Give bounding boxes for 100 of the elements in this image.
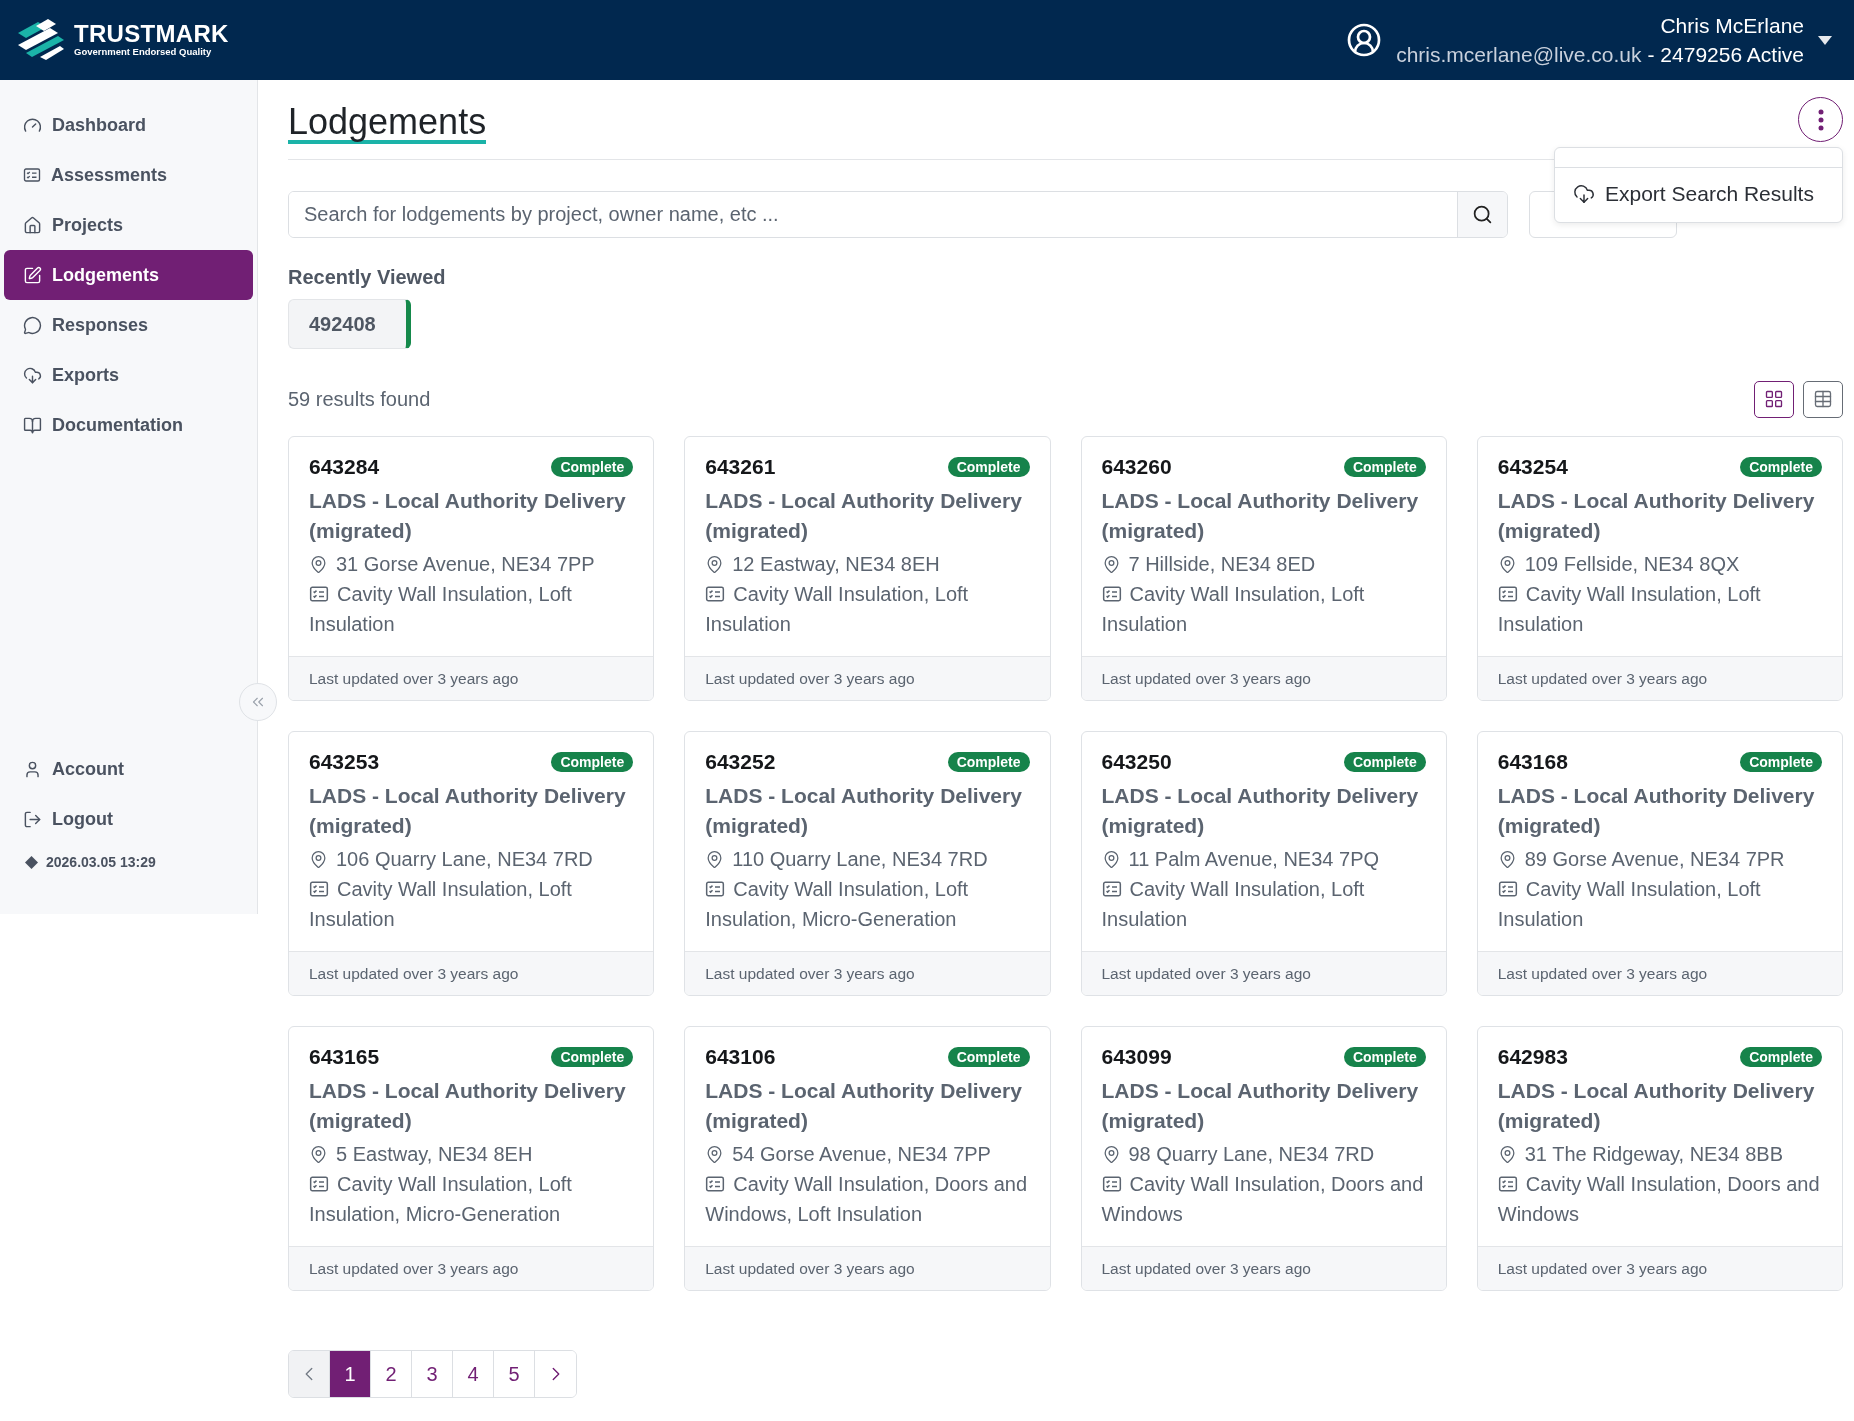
- scheme-title: LADS - Local Authority Delivery (migrated): [1497, 1078, 1816, 1134]
- scheme-title: LADS - Local Authority Delivery (migrated): [1101, 1078, 1420, 1134]
- address: 31 Gorse Avenue, NE34 7PP: [309, 549, 634, 579]
- lodgement-card[interactable]: 643254 Complete LADS - Local Authority Delivery (migrated) 109 Fellside, NE34 8QX Cavity Wall Insulation, Loft Insulation Last updated over 3 years ago: [1476, 436, 1843, 701]
- address: 110 Quarry Lane, NE34 7RD: [705, 844, 1030, 874]
- measures: Cavity Wall Insulation, Loft Insulation, Micro-Generation: [309, 1172, 573, 1227]
- scheme-title: LADS - Local Authority Delivery (migrated): [705, 488, 1023, 544]
- status-badge: Complete: [1740, 1047, 1822, 1067]
- table-icon: [1813, 389, 1833, 409]
- status-badge: Complete: [551, 457, 634, 477]
- last-updated: Last updated over 3 years ago: [1081, 1246, 1446, 1290]
- last-updated: Last updated over 3 years ago: [685, 1246, 1050, 1290]
- checklist-icon: [1497, 584, 1518, 604]
- search-button[interactable]: [1457, 192, 1507, 237]
- lodgement-card[interactable]: 643253 Complete LADS - Local Authority Delivery (migrated) 106 Quarry Lane, NE34 7RD Cavity Wall Insulation, Loft Insulation Last updated over 3 years ago: [288, 731, 655, 996]
- scheme-title: LADS - Local Authority Delivery (migrated): [309, 488, 627, 544]
- user-icon: [23, 759, 42, 779]
- nav-item[interactable]: Responses: [4, 300, 253, 350]
- address: 7 Hillside, NE34 8ED: [1101, 549, 1426, 579]
- user-email: chris.mcerlane@live.co.uk: [1396, 42, 1642, 68]
- scheme-title: LADS - Local Authority Delivery (migrated): [705, 783, 1023, 839]
- gauge-icon: [23, 115, 42, 135]
- checklist-icon: [1497, 879, 1518, 899]
- lodgement-card[interactable]: 643099 Complete LADS - Local Authority Delivery (migrated) 98 Quarry Lane, NE34 7RD Cavity Wall Insulation, Doors and Windows Last updated over 3 years ago: [1080, 1026, 1447, 1291]
- checklist-icon: [705, 584, 726, 604]
- checklist-icon: [309, 1174, 329, 1194]
- nav-item[interactable]: Account: [4, 744, 253, 794]
- logo-name: TRUSTMARK: [74, 22, 229, 47]
- cloud-download-icon: [23, 365, 42, 385]
- nav-item[interactable]: Projects: [4, 200, 253, 250]
- status-badge: Complete: [1740, 457, 1822, 477]
- user-avatar-icon: [1346, 22, 1383, 58]
- measures: Cavity Wall Insulation, Doors and Windows: [1497, 1172, 1821, 1227]
- lodgement-number: 643261: [705, 455, 776, 479]
- lodgement-card[interactable]: 643165 Complete LADS - Local Authority Delivery (migrated) 5 Eastway, NE34 8EH Cavity Wall Insulation, Loft Insulation, Micro-Generation Last updated over 3 years ago: [288, 1026, 655, 1291]
- address: 11 Palm Avenue, NE34 7PQ: [1101, 844, 1426, 874]
- last-updated: Last updated over 3 years ago: [685, 951, 1050, 995]
- checklist-icon: [23, 166, 41, 184]
- last-updated: Last updated over 3 years ago: [289, 1246, 654, 1290]
- checklist-icon: [309, 879, 329, 899]
- recent-lodgement-chip[interactable]: 492408: [288, 299, 411, 349]
- lodgement-card[interactable]: 642983 Complete LADS - Local Authority Delivery (migrated) 31 The Ridgeway, NE34 8BB Cavity Wall Insulation, Doors and Windows Last updated over 3 years ago: [1476, 1026, 1843, 1291]
- search-field[interactable]: Search for lodgements by project, owner name, etc ...: [288, 191, 1508, 238]
- edit-icon: [23, 265, 42, 285]
- version-label: 2026.03.05 13:29: [4, 844, 253, 880]
- lodgement-number: 643168: [1497, 750, 1568, 774]
- nav-item[interactable]: Logout: [4, 794, 253, 844]
- last-updated: Last updated over 3 years ago: [289, 656, 654, 700]
- lodgement-number: 643260: [1101, 455, 1172, 479]
- house-icon: [23, 215, 42, 235]
- book-icon: [23, 415, 42, 435]
- measures: Cavity Wall Insulation, Loft Insulation: [1497, 877, 1762, 932]
- last-updated: Last updated over 3 years ago: [289, 951, 654, 995]
- page-button[interactable]: 1: [330, 1351, 371, 1397]
- status-badge: Complete: [947, 1047, 1030, 1067]
- status-badge: Complete: [551, 752, 634, 772]
- checklist-icon: [1497, 1174, 1518, 1194]
- nav-item[interactable]: Dashboard: [4, 100, 253, 150]
- section-label: Recently Viewed: [288, 266, 447, 289]
- nav-item[interactable]: Lodgements: [4, 250, 253, 300]
- lodgement-card[interactable]: 643168 Complete LADS - Local Authority Delivery (migrated) 89 Gorse Avenue, NE34 7PR Cavity Wall Insulation, Loft Insulation Last updated over 3 years ago: [1476, 731, 1843, 996]
- more-options-button[interactable]: [1798, 97, 1843, 142]
- menu-item[interactable]: Export Search Results: [1555, 168, 1842, 222]
- measures: Cavity Wall Insulation, Loft Insulation: [1497, 582, 1762, 637]
- last-updated: Last updated over 3 years ago: [685, 656, 1050, 700]
- lodgement-card[interactable]: 643250 Complete LADS - Local Authority Delivery (migrated) 11 Palm Avenue, NE34 7PQ Cavity Wall Insulation, Loft Insulation Last updated over 3 years ago: [1080, 731, 1447, 996]
- scheme-title: LADS - Local Authority Delivery (migrated): [1101, 783, 1420, 839]
- scheme-title: LADS - Local Authority Delivery (migrated): [309, 783, 627, 839]
- measures: Cavity Wall Insulation, Doors and Windows: [1101, 1172, 1425, 1227]
- status-badge: Complete: [947, 457, 1030, 477]
- grid-view-button[interactable]: [1754, 380, 1794, 418]
- speech-bubble-icon: [23, 315, 42, 335]
- nav-item[interactable]: Assessments: [4, 150, 253, 200]
- address: 98 Quarry Lane, NE34 7RD: [1101, 1139, 1426, 1169]
- checklist-icon: [1101, 879, 1122, 899]
- lodgement-card[interactable]: 643252 Complete LADS - Local Authority Delivery (migrated) 110 Quarry Lane, NE34 7RD Cavity Wall Insulation, Loft Insulation, Micro-Generation Last updated over 3 years ago: [684, 731, 1051, 996]
- lodgement-card[interactable]: 643260 Complete LADS - Local Authority Delivery (migrated) 7 Hillside, NE34 8ED Cavity Wall Insulation, Loft Insulation Last updated over 3 years ago: [1080, 436, 1447, 701]
- status-badge: Complete: [551, 1047, 634, 1067]
- lodgement-card[interactable]: 643106 Complete LADS - Local Authority Delivery (migrated) 54 Gorse Avenue, NE34 7PP Cavity Wall Insulation, Doors and Windows, Loft Insulation Last updated over 3 years ago: [684, 1026, 1051, 1291]
- lodgement-number: 643165: [309, 1045, 380, 1069]
- address: 106 Quarry Lane, NE34 7RD: [309, 844, 634, 874]
- lodgement-card[interactable]: 643261 Complete LADS - Local Authority Delivery (migrated) 12 Eastway, NE34 8EH Cavity Wall Insulation, Loft Insulation Last updated over 3 years ago: [684, 436, 1051, 701]
- checklist-icon: [309, 584, 329, 604]
- caret-icon[interactable]: [1818, 35, 1832, 45]
- address: 12 Eastway, NE34 8EH: [705, 549, 1030, 579]
- last-updated: Last updated over 3 years ago: [1081, 656, 1446, 700]
- last-updated: Last updated over 3 years ago: [1477, 951, 1842, 995]
- lodgement-card[interactable]: 643284 Complete LADS - Local Authority Delivery (migrated) 31 Gorse Avenue, NE34 7PP Cavity Wall Insulation, Loft Insulation Last updated over 3 years ago: [288, 436, 655, 701]
- table-view-button[interactable]: [1803, 380, 1843, 418]
- address: 54 Gorse Avenue, NE34 7PP: [705, 1139, 1030, 1169]
- last-updated: Last updated over 3 years ago: [1081, 951, 1446, 995]
- checklist-icon: [705, 879, 726, 899]
- measures: Cavity Wall Insulation, Loft Insulation: [1101, 582, 1366, 637]
- nav-item[interactable]: Documentation: [4, 400, 253, 450]
- lodgement-number: 643250: [1101, 750, 1172, 774]
- lodgement-number: 643253: [309, 750, 380, 774]
- nav-item[interactable]: Exports: [4, 350, 253, 400]
- user-name: Chris McErlane: [1660, 13, 1804, 39]
- checklist-icon: [1101, 1174, 1122, 1194]
- address: 31 The Ridgeway, NE34 8BB: [1497, 1139, 1822, 1169]
